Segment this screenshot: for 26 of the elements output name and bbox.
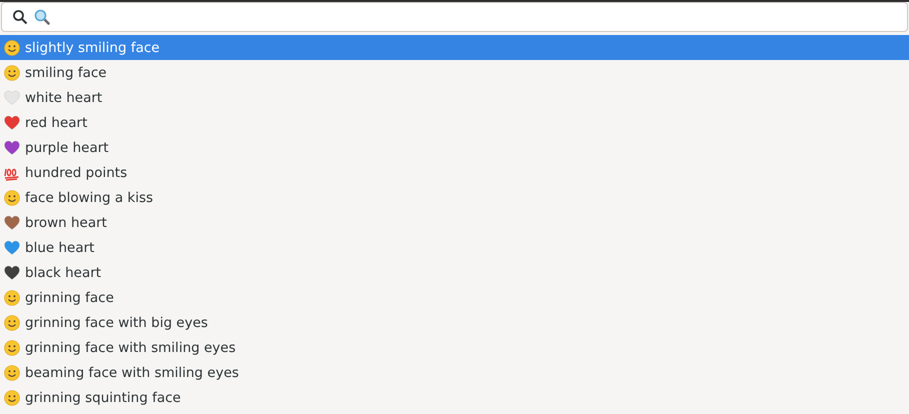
result-item[interactable]: brown heart <box>0 210 909 235</box>
smiley-icon <box>4 364 20 380</box>
smiley-icon <box>4 340 20 356</box>
result-item[interactable]: grinning face with big eyes <box>0 310 909 335</box>
result-item[interactable]: beaming face with smiling eyes <box>0 360 909 385</box>
result-item[interactable]: blue heart <box>0 235 909 260</box>
result-item[interactable]: purple heart <box>0 135 909 160</box>
smiley-icon <box>4 290 20 306</box>
smiley-icon <box>4 390 20 406</box>
result-item[interactable]: slightly smiling face <box>0 35 909 60</box>
result-item[interactable]: face blowing a kiss <box>0 185 909 210</box>
result-item[interactable]: grinning face with smiling eyes <box>0 335 909 360</box>
result-item[interactable]: red heart <box>0 110 909 135</box>
result-item[interactable]: white heart <box>0 85 909 110</box>
smiley-icon <box>4 190 20 206</box>
search-icon <box>12 9 28 25</box>
result-item[interactable]: grinning squinting face <box>0 385 909 410</box>
result-item[interactable]: grinning face <box>0 285 909 310</box>
smiley-icon <box>4 64 20 80</box>
smiley-icon <box>4 40 20 56</box>
result-item[interactable]: black heart <box>0 260 909 285</box>
smiley-icon <box>4 314 20 330</box>
result-item[interactable]: smiling face <box>0 60 909 85</box>
result-item[interactable]: hundred points <box>0 160 909 185</box>
search-field[interactable] <box>1 2 908 32</box>
magnifier-icon <box>34 9 50 25</box>
